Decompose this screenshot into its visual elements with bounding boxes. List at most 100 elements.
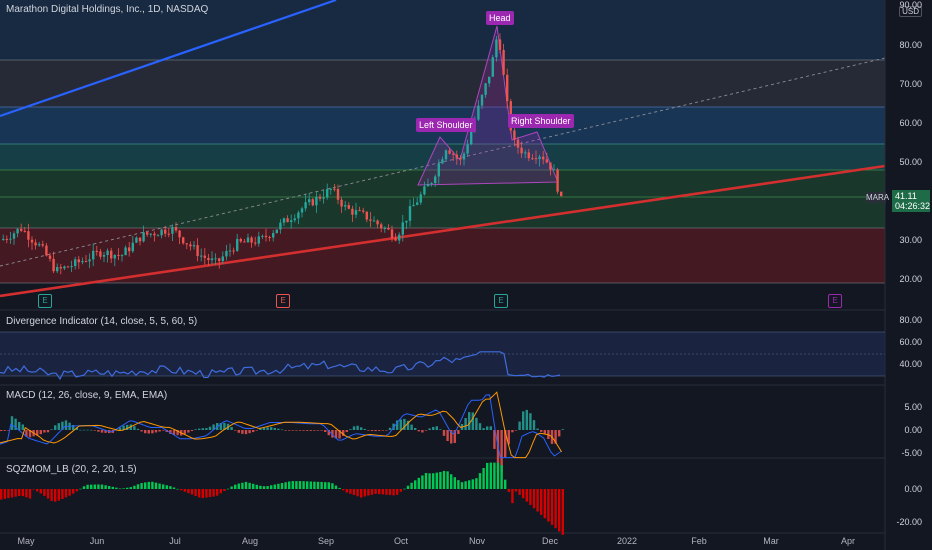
candle-body — [160, 229, 163, 236]
candle-body — [408, 206, 412, 221]
candle-body — [146, 232, 149, 235]
candle-body — [124, 247, 127, 256]
candle-body — [531, 158, 534, 160]
macd-bar — [284, 430, 287, 431]
sqz-bar — [471, 479, 474, 489]
macd-bar — [316, 430, 320, 431]
sqz-bar — [273, 484, 276, 489]
candle-body — [466, 144, 469, 154]
candle-body — [318, 196, 322, 199]
macd-bar — [144, 430, 147, 434]
price-tick: 50.00 — [899, 157, 922, 167]
sqz-bar — [381, 489, 384, 495]
candle-body — [344, 205, 347, 207]
candle-body — [52, 258, 55, 272]
candle-body — [326, 189, 329, 198]
sqz-bar — [349, 489, 352, 494]
sqz-bar — [334, 485, 338, 489]
macd-bar — [489, 426, 492, 430]
sqz-bar — [190, 489, 194, 495]
sqz-bar — [496, 462, 500, 489]
candle-body — [315, 196, 318, 206]
sqz-bar — [302, 481, 305, 489]
candle-body — [527, 152, 530, 159]
macd-bar — [324, 430, 327, 432]
candle-body — [362, 210, 365, 212]
earnings-marker[interactable]: E — [276, 294, 290, 308]
fib-band-2 — [0, 60, 885, 107]
candle-body — [423, 186, 426, 195]
price-chart[interactable] — [0, 0, 932, 550]
candle-body — [513, 130, 516, 140]
candle-body — [412, 204, 415, 207]
sqz-bar — [176, 488, 179, 490]
last-price-badge: 41.11 04:26:32 — [892, 190, 930, 212]
macd-bar — [536, 428, 539, 430]
sqz-bar — [162, 484, 165, 489]
macd-pane-label: MACD (12, 26, close, 9, EMA, EMA) — [6, 390, 168, 401]
macd-bar — [522, 411, 525, 430]
candle-body — [416, 202, 419, 205]
sqz-bar — [82, 486, 86, 489]
candle-body — [434, 176, 437, 184]
macd-bar — [543, 430, 546, 434]
macd-bar — [190, 430, 194, 432]
macd-bar — [291, 430, 294, 431]
time-tick: Apr — [840, 536, 855, 546]
sqz-bar — [493, 462, 496, 489]
macd-bar — [399, 419, 402, 430]
sqz-bar — [392, 489, 395, 496]
candle-body — [495, 39, 498, 58]
candle-body — [282, 218, 286, 223]
candle-body — [239, 238, 242, 242]
sqz-bar — [525, 489, 528, 502]
sqz-bar — [536, 489, 539, 512]
candle-body — [351, 208, 354, 215]
macd-bar — [378, 430, 381, 431]
candle-body — [290, 220, 293, 223]
sqz-bar — [244, 481, 248, 489]
sqz-bar — [403, 488, 406, 490]
time-tick: Dec — [541, 536, 558, 546]
earnings-marker[interactable]: E — [494, 294, 508, 308]
macd-bar — [439, 429, 442, 430]
macd-bar — [320, 430, 323, 431]
macd-bar — [133, 426, 136, 430]
candle-body — [560, 191, 563, 197]
sqz-tick: 0.00 — [904, 484, 922, 494]
sqz-bar — [28, 489, 32, 499]
macd-bar — [475, 417, 478, 430]
sqz-bar — [151, 481, 154, 489]
macd-bar — [306, 430, 309, 431]
candle-body — [430, 183, 433, 185]
macd-bar — [482, 428, 485, 430]
macd-bar — [298, 430, 302, 431]
price-tick: 70.00 — [899, 79, 922, 89]
earnings-marker[interactable]: E — [38, 294, 52, 308]
candle-body — [5, 238, 8, 240]
candle-body — [232, 250, 235, 252]
candle-body — [16, 228, 19, 234]
candle-body — [329, 188, 332, 190]
sqz-bar — [309, 481, 312, 489]
macd-tick: 5.00 — [904, 402, 922, 412]
sqz-bar — [90, 484, 93, 489]
macd-bar — [309, 430, 312, 431]
candle-body — [196, 245, 199, 257]
sqz-bar — [320, 481, 323, 489]
candle-body — [92, 250, 95, 260]
sqz-bar — [226, 488, 230, 490]
sqz-bar — [219, 489, 222, 494]
sqz-bar — [115, 487, 118, 489]
sqz-bar — [374, 489, 377, 494]
sqz-bar — [338, 487, 341, 489]
earnings-marker[interactable]: E — [828, 294, 842, 308]
macd-bar — [388, 427, 392, 430]
sqz-bar — [507, 489, 510, 492]
sqz-bar — [86, 484, 89, 489]
sqz-bar — [421, 475, 424, 489]
sqz-bar — [295, 481, 298, 489]
candle-body — [498, 39, 502, 50]
sqz-bar — [21, 489, 24, 497]
macd-bar — [93, 430, 96, 431]
